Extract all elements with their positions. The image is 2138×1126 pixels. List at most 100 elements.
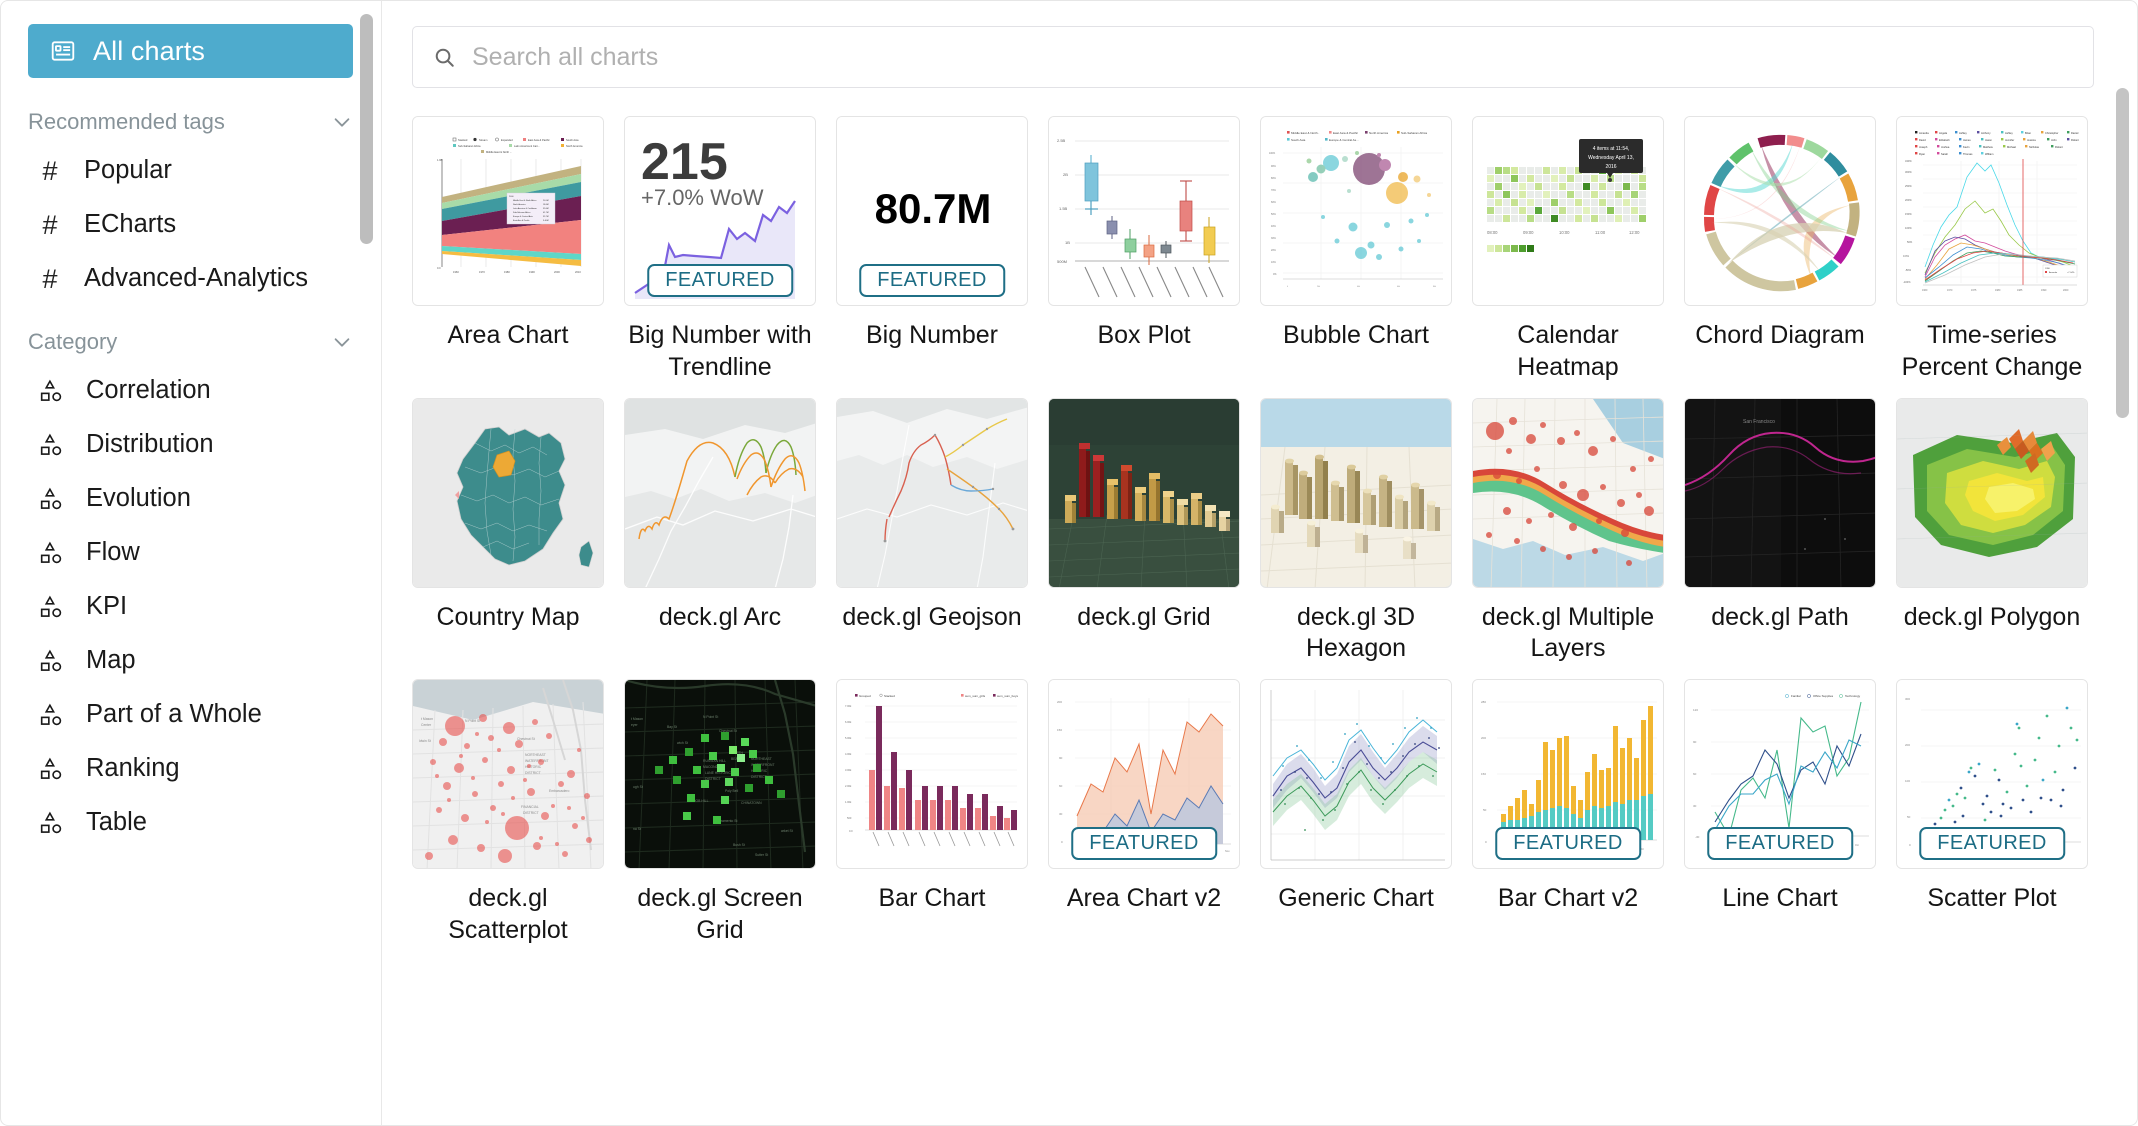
svg-text:Latin America & Cari...: Latin America & Cari... [514, 144, 540, 148]
sidebar-item-kpi[interactable]: KPI [28, 580, 353, 634]
chart-card-deckgl-multiple-layers[interactable]: deck.gl Multiple Layers [1472, 397, 1664, 666]
chart-card-deckgl-3d-hexagon[interactable]: deck.gl 3D Hexagon [1260, 397, 1452, 666]
svg-text:Grouped: Grouped [859, 694, 871, 698]
chart-thumbnail: 215 +7.0% WoW FEATURED [624, 116, 816, 306]
sidebar-category-label: Table [86, 808, 147, 837]
sidebar-item-all-charts[interactable]: All charts [28, 24, 353, 78]
chart-card-label: deck.gl Path [1711, 602, 1849, 631]
chart-card-calendar-heatmap[interactable]: 08:00 09:00 10:00 11:00 12:00 4 items at 11 [1472, 116, 1664, 384]
chart-card-label: Box Plot [1097, 321, 1191, 349]
svg-text:Ashley: Ashley [2005, 131, 2013, 135]
chart-card-line-chart[interactable]: Fanilial Office Supplies Technology 120 9… [1684, 679, 1876, 947]
recommended-tags-header[interactable]: Recommended tags [28, 100, 353, 144]
svg-text:Joshua: Joshua [1941, 145, 1950, 149]
sidebar-item-ranking[interactable]: Ranking [28, 742, 353, 796]
chart-thumbnail [1048, 397, 1240, 588]
category-header[interactable]: Category [28, 320, 353, 364]
svg-text:Joseph: Joseph [1919, 145, 1928, 149]
svg-text:Fanilial: Fanilial [1791, 694, 1801, 698]
chart-card-deckgl-geojson[interactable]: deck.gl Geojson [836, 397, 1028, 666]
chart-card-area-chart-v2[interactable]: 20015090 60300 2011FebMar AprMayJun [1048, 679, 1240, 947]
svg-text:South Asia: South Asia [566, 138, 579, 142]
svg-text:-100%: -100% [1903, 280, 1911, 284]
recommended-tags-list: # Popular # ECharts # Advanced-Analytics [28, 144, 353, 306]
svg-text:Office Supplies: Office Supplies [1813, 694, 1834, 698]
chart-thumbnail: 300 200 100 50 0 FEATURED [1896, 679, 2088, 869]
chart-card-time-series-percent-change[interactable]: Amanda Angela Ashley Anthony Ashley Bria… [1896, 116, 2088, 384]
sidebar-tag-label: ECharts [84, 210, 177, 239]
shapes-icon [38, 540, 64, 566]
svg-text:Angela: Angela [1939, 131, 1948, 135]
sidebar-scrollbar-thumb[interactable] [360, 14, 373, 244]
svg-text:NORTHEAST: NORTHEAST [525, 753, 546, 757]
chart-card-chord-diagram[interactable]: Chord Diagram [1684, 116, 1876, 384]
chart-card-label: deck.gl Scatterplot [448, 884, 568, 944]
svg-text:Kevin: Kevin [1963, 145, 1970, 149]
chart-card-label: Bubble Chart [1283, 321, 1429, 349]
sidebar-tag-label: Advanced-Analytics [84, 264, 308, 293]
svg-text:East Asia & Pacific: East Asia & Pacific [513, 219, 530, 222]
sidebar-item-table[interactable]: Table [28, 796, 353, 850]
svg-text:DISTRICT: DISTRICT [525, 771, 541, 775]
chart-thumbnail [1472, 397, 1664, 588]
search-bar[interactable] [412, 26, 2094, 88]
chart-thumbnail: Grouped Stacked sum_sum_girls sum_sum_bo… [836, 679, 1028, 869]
sidebar-item-flow[interactable]: Flow [28, 526, 353, 580]
chart-card-area-chart[interactable]: Stacked Stream Expanded East Asia & Paci… [412, 116, 604, 384]
search-input[interactable] [470, 41, 2073, 73]
svg-text:Wednesday April 13,: Wednesday April 13, [1588, 155, 1634, 161]
sidebar-item-evolution[interactable]: Evolution [28, 472, 353, 526]
svg-text:N Point St: N Point St [703, 715, 718, 719]
chart-card-deckgl-path[interactable]: San Francisco deck.gl Path [1684, 397, 1876, 666]
svg-text:sum_sum_girls: sum_sum_girls [965, 694, 986, 698]
svg-text:300: 300 [1905, 697, 1910, 701]
svg-text:2.5B: 2.5B [1057, 138, 1066, 143]
sidebar-tag-echarts[interactable]: # ECharts [28, 198, 353, 252]
svg-text:1990: 1990 [2041, 289, 2047, 292]
sidebar-item-map[interactable]: Map [28, 634, 353, 688]
svg-text:t Mason: t Mason [421, 717, 433, 721]
svg-text:120: 120 [1693, 708, 1698, 712]
chart-card-deckgl-screen-grid[interactable]: t Mason eyer Bay St Chestnut St N Point St … [624, 679, 816, 947]
svg-text:Stacked: Stacked [458, 138, 468, 142]
sidebar-item-part-of-a-whole[interactable]: Part of a Whole [28, 688, 353, 742]
svg-text:Expanded: Expanded [501, 138, 513, 142]
svg-text:200: 200 [1905, 743, 1910, 747]
chart-card-generic-chart[interactable]: Generic Chart [1260, 679, 1452, 947]
chart-card-deckgl-grid[interactable]: deck.gl Grid [1048, 397, 1240, 666]
sidebar-category-label: KPI [86, 592, 128, 621]
chart-card-deckgl-scatterplot[interactable]: t Mason Center N Point St Chestnut St ldwi… [412, 679, 604, 947]
generic-chart-thumb-icon [1261, 680, 1451, 868]
chart-card-bubble-chart[interactable]: Middle East & North.. East Asia & Pacifi… [1260, 116, 1452, 384]
svg-text:1.9B: 1.9B [437, 158, 443, 162]
sidebar-item-distribution[interactable]: Distribution [28, 418, 353, 472]
svg-text:San Francisco: San Francisco [1743, 419, 1775, 425]
svg-text:Daniel: Daniel [2071, 131, 2079, 135]
chart-card-label: deck.gl Grid [1077, 602, 1211, 631]
chart-card-big-number[interactable]: 80.7M FEATURED Big Number [836, 116, 1028, 384]
svg-text:2016: 2016 [1605, 164, 1616, 170]
svg-text:Middle East & North Africa: Middle East & North Africa [513, 199, 537, 202]
country-map-thumb-icon [413, 398, 603, 587]
svg-text:18.6M: 18.6M [543, 204, 549, 206]
chart-card-deckgl-arc[interactable]: deck.gl Arc [624, 397, 816, 666]
sidebar-category-label: Map [86, 646, 136, 675]
chart-card-bar-chart-v2[interactable]: 280 200 150 50 0 40 FEATURED Bar Chart v… [1472, 679, 1664, 947]
chart-card-bar-chart[interactable]: Grouped Stacked sum_sum_girls sum_sum_bo… [836, 679, 1028, 947]
featured-badge: FEATURED [647, 264, 793, 297]
chart-card-deckgl-polygon[interactable]: deck.gl Polygon [1896, 397, 2088, 666]
chart-card-big-number-with-trendline[interactable]: 215 +7.0% WoW FEATURED Big Number with T… [624, 116, 816, 384]
svg-text:Elizabeth: Elizabeth [1939, 138, 1950, 142]
gallery-scrollbar-thumb[interactable] [2116, 88, 2129, 418]
svg-text:ugh St: ugh St [633, 785, 643, 789]
svg-text:50: 50 [1483, 808, 1487, 812]
chart-card-scatter-plot[interactable]: 300 200 100 50 0 FEATURED Scatter Plot [1896, 679, 2088, 947]
sidebar-tag-popular[interactable]: # Popular [28, 144, 353, 198]
chart-thumbnail: Middle East & North.. East Asia & Pacifi… [1260, 116, 1452, 306]
chart-card-country-map[interactable]: Country Map [412, 397, 604, 666]
sidebar-tag-advanced-analytics[interactable]: # Advanced-Analytics [28, 252, 353, 306]
chart-card-box-plot[interactable]: 2.5B 2B 1.5B 1B 500M Box Plot [1048, 116, 1240, 384]
sidebar-item-all-charts-label: All charts [93, 35, 206, 66]
sidebar-category-label: Part of a Whole [86, 700, 262, 729]
sidebar-item-correlation[interactable]: Correlation [28, 364, 353, 418]
